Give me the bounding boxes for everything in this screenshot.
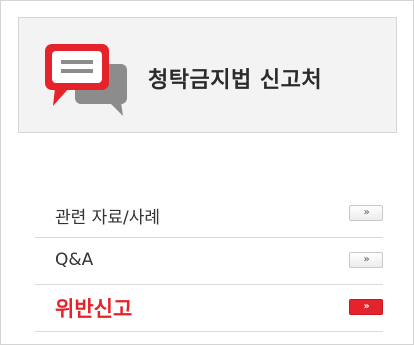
menu-item-label: Q&A: [55, 250, 94, 270]
menu-item-qna[interactable]: Q&A »: [35, 238, 383, 285]
speech-bubbles-icon: [45, 44, 127, 116]
menu-item-violation-report[interactable]: 위반신고 »: [35, 285, 383, 332]
report-panel: 청탁금지법 신고처 관련 자료/사례 » Q&A » 위반신고 »: [0, 0, 414, 345]
double-chevron-right-icon[interactable]: »: [349, 299, 383, 315]
header-box: 청탁금지법 신고처: [18, 17, 397, 133]
page-title: 청탁금지법 신고처: [148, 68, 323, 93]
menu-item-label: 위반신고: [55, 297, 133, 321]
menu-item-label: 관련 자료/사례: [55, 208, 160, 228]
menu-item-related-materials[interactable]: 관련 자료/사례 »: [35, 191, 383, 238]
menu-list: 관련 자료/사례 » Q&A » 위반신고 »: [35, 191, 383, 332]
double-chevron-right-icon[interactable]: »: [349, 252, 383, 268]
double-chevron-right-icon[interactable]: »: [349, 205, 383, 221]
